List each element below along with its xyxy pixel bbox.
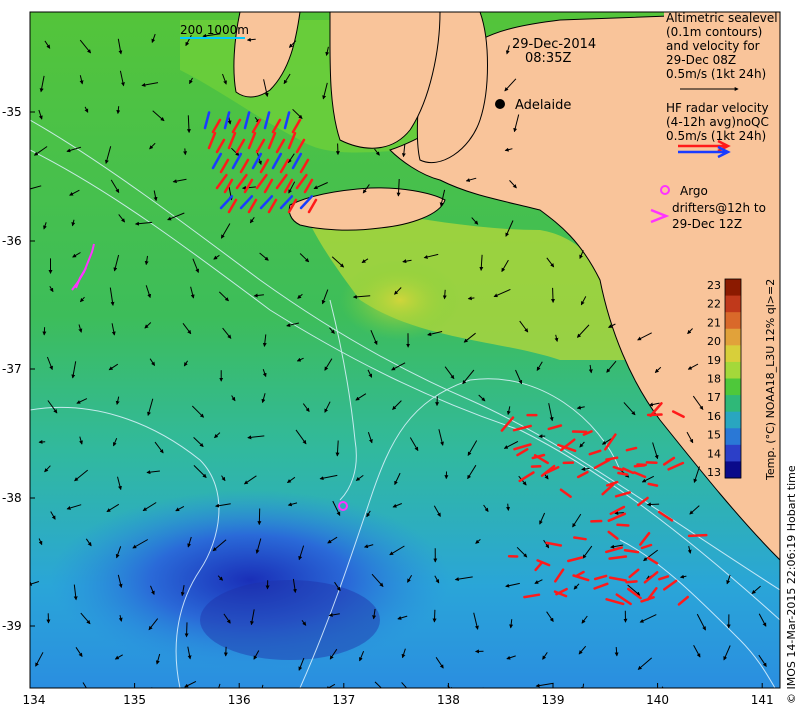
hf-radar-arrow <box>625 580 638 584</box>
legend-hf-line-2: (4-12h avg)noQC <box>666 115 769 129</box>
altimetry-velocity-arrow <box>550 287 555 304</box>
adelaide-marker <box>495 99 505 109</box>
altimetry-velocity-arrow <box>500 687 505 688</box>
lat-tick-label: -39 <box>2 619 22 633</box>
altimetry-velocity-arrow <box>646 502 660 507</box>
hf-radar-arrow <box>616 523 630 527</box>
hf-radar-arrow <box>617 471 629 476</box>
hf-radar-arrow <box>573 536 587 541</box>
legend-hf-line-3: 0.5m/s (1kt 24h) <box>666 129 766 143</box>
colorbar-swatch <box>725 361 741 379</box>
city-label: Adelaide <box>515 98 571 113</box>
lon-tick-label: 141 <box>751 693 774 707</box>
colorbar-tick-label: 22 <box>707 298 721 311</box>
altimetry-velocity-arrow <box>693 693 699 704</box>
lat-tick-label: -35 <box>2 105 22 119</box>
colorbar-tick-label: 21 <box>707 316 721 329</box>
altimetry-velocity-arrow <box>614 647 619 657</box>
altimetry-velocity-arrow <box>184 622 189 638</box>
altimetry-velocity-arrow <box>506 503 511 511</box>
colorbar-swatch <box>725 411 741 429</box>
colorbar-swatch <box>725 345 741 363</box>
cold-pool-core <box>200 580 380 660</box>
legend-argo-line-2: drifters@12h to <box>672 201 766 215</box>
lon-tick-label: 135 <box>123 693 146 707</box>
lat-tick-label: -38 <box>2 491 22 505</box>
lon-tick-label: 134 <box>23 693 46 707</box>
date-label: 29-Dec-2014 <box>512 37 596 52</box>
altimetry-velocity-arrow <box>38 439 46 444</box>
altimetry-velocity-arrow <box>47 694 53 706</box>
colorbar-tick-label: 15 <box>707 429 721 442</box>
hf-radar-arrow <box>647 482 659 487</box>
altimetry-velocity-arrow <box>614 511 624 516</box>
colorbar-swatch <box>725 395 741 413</box>
hf-radar-arrow <box>687 533 708 538</box>
colorbar-swatch <box>725 428 741 446</box>
colorbar-swatch <box>725 328 741 346</box>
colorbar-tick-label: 23 <box>707 279 721 292</box>
colorbar-tick-label: 16 <box>707 410 721 423</box>
hf-radar-arrow <box>623 549 640 554</box>
legend-argo-line-3: 29-Dec 12Z <box>672 217 742 231</box>
colorbar-swatch <box>725 295 741 313</box>
altimetry-velocity-arrow <box>442 289 447 300</box>
lat-tick-label: -36 <box>2 234 22 248</box>
time-label: 08:35Z <box>525 51 571 66</box>
sst-map-figure: Adelaide 200 1000m 29-Dec-2014 08:35Z Al… <box>2 11 798 707</box>
legend-argo-line-1: Argo <box>680 184 708 198</box>
altimetry-velocity-arrow <box>117 689 122 704</box>
legend-hf-line-1: HF radar velocity <box>666 101 769 115</box>
colorbar-tick-label: 20 <box>707 335 721 348</box>
lat-tick-label: -37 <box>2 362 22 376</box>
legend-altimetry-line-4: 29-Dec 08Z <box>666 53 736 67</box>
colorbar-tick-label: 17 <box>707 391 721 404</box>
plot-area: Adelaide 200 1000m 29-Dec-2014 08:35Z Al… <box>30 11 780 706</box>
warm-patch <box>340 260 460 340</box>
credit-text: © IMOS 14-Mar-2015 22:06:19 Hobart time <box>785 465 798 704</box>
colorbar-swatch <box>725 461 741 479</box>
colorbar-swatch <box>725 378 741 396</box>
scale-bar-label: 200 1000m <box>180 23 249 37</box>
hf-radar-arrow <box>646 413 663 417</box>
legend-altimetry-line-5: 0.5m/s (1kt 24h) <box>666 67 766 81</box>
colorbar-swatch <box>725 312 741 330</box>
lon-tick-label: 136 <box>228 693 251 707</box>
lon-tick-label: 138 <box>437 693 460 707</box>
colorbar-title: Temp. (°C) NOAA18_L3U 12% ql>=2 <box>764 279 777 481</box>
legend-altimetry-line-1: Altimetric sealevel <box>666 11 778 25</box>
colorbar-tick-label: 19 <box>707 354 721 367</box>
colorbar-swatch <box>725 279 741 297</box>
colorbar-tick-label: 14 <box>707 447 721 460</box>
legend-altimetry-line-2: (0.1m contours) <box>666 25 762 39</box>
altimetry-velocity-arrow <box>615 689 624 703</box>
colorbar-swatch <box>725 444 741 462</box>
altimetry-velocity-arrow <box>183 148 188 156</box>
lon-tick-label: 140 <box>646 693 669 707</box>
altimetry-velocity-arrow <box>721 692 729 701</box>
lon-tick-label: 137 <box>332 693 355 707</box>
lon-tick-label: 139 <box>542 693 565 707</box>
colorbar-tick-label: 13 <box>707 466 721 479</box>
colorbar-swatches <box>724 278 742 479</box>
colorbar-tick-label: 18 <box>707 373 721 386</box>
legend-altimetry-line-3: and velocity for <box>666 39 760 53</box>
colorbar-ticks: 23 22 21 20 19 18 17 16 15 14 13 <box>707 279 721 479</box>
altimetry-velocity-arrow <box>432 609 437 623</box>
